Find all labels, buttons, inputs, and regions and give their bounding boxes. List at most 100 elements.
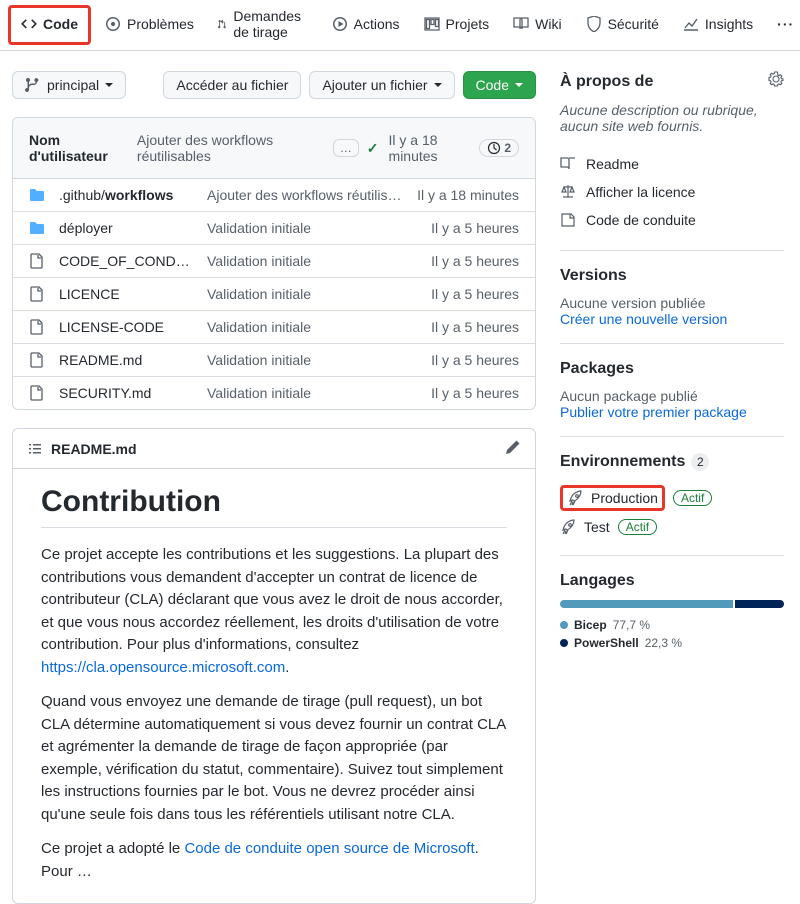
create-version-link[interactable]: Créer une nouvelle version: [560, 311, 727, 327]
table-row: CODE_OF_CONDUCT… Validation initiale Il y …: [13, 244, 535, 277]
table-row: README.md Validation initiale Il y a 5 heu…: [13, 343, 535, 376]
environment-item[interactable]: Test Actif: [560, 515, 784, 539]
tab-actions[interactable]: Actions: [322, 8, 410, 42]
language-item[interactable]: Bicep 77,7 %: [560, 618, 784, 632]
readme-p1: Ce projet accepte les contributions et l…: [41, 544, 507, 679]
repo-nav: Code Problèmes Demandes de tirage Action…: [0, 0, 800, 51]
readme-link[interactable]: Readme: [560, 150, 784, 178]
table-row: LICENSE-CODEValidation initialeIl y a 5 …: [13, 310, 535, 343]
wiki-icon: [513, 16, 529, 32]
tab-more[interactable]: ···: [767, 8, 800, 42]
law-icon: [560, 184, 576, 200]
file-name[interactable]: LICENSE-CODE: [59, 319, 193, 335]
readme-filename[interactable]: README.md: [51, 441, 137, 457]
table-row: LICENCEValidation initialeIl y a 5 heure…: [13, 277, 535, 310]
file-toolbar: principal Accéder au fichier Ajouter un …: [12, 71, 536, 99]
language-name: Bicep: [574, 618, 607, 632]
readme-p2: Quand vous envoyez une demande de tirage…: [41, 691, 507, 826]
tab-actions-label: Actions: [354, 16, 400, 32]
file-name[interactable]: SECURITY.md: [59, 385, 193, 401]
sidebar: À propos de Aucune description ou rubriq…: [560, 71, 784, 686]
latest-commit-bar: Nom d'utilisateur Ajouter des workflows …: [13, 118, 535, 179]
commit-time: Il y a 18 minutes: [389, 132, 470, 164]
file-time: Il y a 5 heures: [431, 352, 519, 368]
file-icon: [29, 286, 45, 302]
file-name[interactable]: README.md: [59, 352, 193, 368]
tab-security-label: Sécurité: [608, 16, 659, 32]
conduct-icon: [560, 212, 576, 228]
file-commit-msg[interactable]: Validation initiale: [207, 352, 417, 368]
environment-item[interactable]: Production Actif: [560, 481, 784, 515]
cla-link[interactable]: https://cla.opensource.microsoft.com: [41, 659, 285, 676]
tab-issues[interactable]: Problèmes: [95, 8, 204, 42]
tab-projects[interactable]: Projets: [414, 8, 500, 42]
pr-icon: [218, 16, 227, 32]
graph-icon: [683, 16, 699, 32]
readme-p3: Ce projet a adopté le Code de conduite o…: [41, 838, 507, 883]
file-name[interactable]: .github/workflows: [59, 187, 193, 203]
file-commit-msg[interactable]: Validation initiale: [207, 220, 417, 236]
commit-more-button[interactable]: …: [333, 139, 359, 157]
branch-button[interactable]: principal: [12, 71, 126, 99]
coc-link-side[interactable]: Code de conduite: [560, 206, 784, 234]
tab-wiki[interactable]: Wiki: [503, 8, 571, 42]
language-item[interactable]: PowerShell 22,3 %: [560, 636, 784, 650]
goto-file-button[interactable]: Accéder au fichier: [163, 71, 301, 99]
packages-none: Aucun package publié: [560, 388, 784, 404]
code-button[interactable]: Code: [463, 71, 536, 99]
file-commit-msg[interactable]: Validation initiale: [207, 319, 417, 335]
rocket-icon: [560, 519, 576, 535]
issue-icon: [105, 16, 121, 32]
packages-heading[interactable]: Packages: [560, 360, 784, 378]
projects-icon: [424, 16, 440, 32]
readme-box: README.md Contribution Ce projet accepte…: [12, 428, 536, 904]
highlight-code-tab: Code: [8, 5, 91, 45]
tab-pr[interactable]: Demandes de tirage: [208, 0, 318, 50]
language-dot: [560, 621, 568, 629]
left-column: principal Accéder au fichier Ajouter un …: [12, 71, 536, 904]
tab-security[interactable]: Sécurité: [576, 8, 669, 42]
versions-heading[interactable]: Versions: [560, 267, 784, 285]
branch-name: principal: [47, 77, 99, 93]
rocket-icon: [567, 490, 583, 506]
folder-icon: [29, 220, 45, 236]
coc-link[interactable]: Code de conduite open source de Microsof…: [184, 840, 474, 857]
environments-section: Environnements 2 Production ActifTest Ac…: [560, 453, 784, 556]
file-name[interactable]: LICENCE: [59, 286, 193, 302]
about-heading: À propos de: [560, 71, 784, 92]
tab-code[interactable]: Code: [11, 8, 88, 42]
pencil-icon: [505, 439, 521, 455]
edit-readme-button[interactable]: [505, 439, 521, 458]
tab-wiki-label: Wiki: [535, 16, 561, 32]
languages-section: Langages Bicep 77,7 %PowerShell 22,3 %: [560, 572, 784, 670]
file-commit-msg[interactable]: Validation initiale: [207, 286, 417, 302]
environment-name: Test: [584, 519, 610, 535]
file-commit-msg[interactable]: Validation initiale: [207, 253, 417, 269]
license-link[interactable]: Afficher la licence: [560, 178, 784, 206]
folder-icon: [29, 187, 45, 203]
tab-projects-label: Projets: [446, 16, 490, 32]
file-commit-msg[interactable]: Validation initiale: [207, 385, 417, 401]
about-description: Aucune description ou rubrique, aucun si…: [560, 102, 784, 134]
file-time: Il y a 5 heures: [431, 253, 519, 269]
tab-pr-label: Demandes de tirage: [233, 8, 307, 40]
file-commit-msg[interactable]: Ajouter des workflows réutilisables: [207, 187, 403, 203]
commit-message[interactable]: Ajouter des workflows réutilisables: [137, 132, 325, 164]
tab-issues-label: Problèmes: [127, 16, 194, 32]
add-file-button[interactable]: Ajouter un fichier: [309, 71, 454, 99]
table-row: déployerValidation initialeIl y a 5 heur…: [13, 211, 535, 244]
file-icon: [29, 319, 45, 335]
readme-header: README.md: [13, 429, 535, 469]
environments-heading[interactable]: Environnements 2: [560, 453, 784, 471]
file-name[interactable]: déployer: [59, 220, 193, 236]
file-name[interactable]: CODE_OF_CONDUCT…: [59, 253, 193, 269]
settings-button[interactable]: [768, 71, 784, 92]
language-bar-segment: [560, 600, 733, 608]
file-time: Il y a 5 heures: [431, 385, 519, 401]
file-time: Il y a 18 minutes: [417, 187, 519, 203]
commit-author[interactable]: Nom d'utilisateur: [29, 132, 129, 164]
commits-count[interactable]: 2: [479, 139, 519, 157]
publish-package-link[interactable]: Publier votre premier package: [560, 404, 747, 420]
tab-insights[interactable]: Insights: [673, 8, 763, 42]
about-section: À propos de Aucune description ou rubriq…: [560, 71, 784, 251]
